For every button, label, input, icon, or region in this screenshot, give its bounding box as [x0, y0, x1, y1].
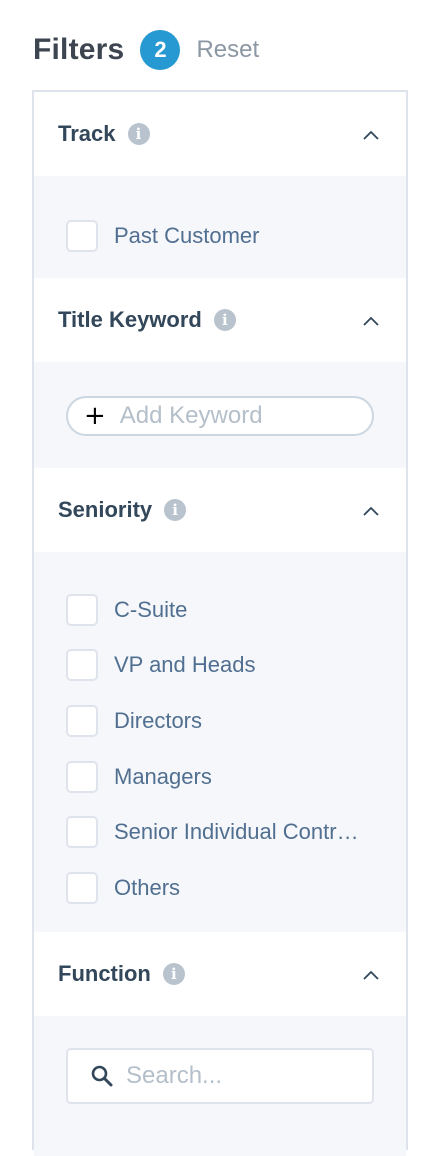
- chevron-up-icon[interactable]: [362, 312, 380, 330]
- add-keyword-placeholder: Add Keyword: [119, 402, 263, 429]
- checkbox-option-others[interactable]: Others: [34, 860, 406, 916]
- section-body-track: Past Customer: [34, 176, 406, 278]
- section-body-function: [34, 1016, 406, 1156]
- section-label-title-keyword: Title Keyword: [58, 307, 202, 332]
- checkbox-label: Directors: [114, 707, 203, 733]
- chevron-up-icon[interactable]: [362, 126, 380, 144]
- info-icon[interactable]: i: [164, 499, 187, 521]
- checkbox-option-vp-and-heads[interactable]: VP and Heads: [34, 638, 406, 694]
- filters-panel: Track i Past Customer Title Keyword i + …: [32, 90, 408, 1156]
- checkbox-label: Others: [114, 874, 181, 900]
- section-label-seniority: Seniority: [58, 497, 153, 522]
- checkbox[interactable]: [66, 816, 98, 849]
- checkbox-label: Managers: [114, 763, 212, 789]
- checkbox-label: C-Suite: [114, 596, 188, 622]
- section-header-title-keyword[interactable]: Title Keyword i: [34, 278, 406, 362]
- checkbox-option-managers[interactable]: Managers: [34, 749, 406, 805]
- section-header-seniority[interactable]: Seniority i: [34, 468, 406, 552]
- info-icon[interactable]: i: [127, 123, 150, 145]
- checkbox-option-c-suite[interactable]: C-Suite: [34, 582, 406, 638]
- section-header-function[interactable]: Function i: [34, 932, 406, 1016]
- active-filter-count-badge: 2: [140, 30, 181, 70]
- checkbox[interactable]: [66, 704, 98, 737]
- chevron-up-icon[interactable]: [362, 966, 380, 984]
- checkbox[interactable]: [66, 760, 98, 793]
- checkbox[interactable]: [66, 871, 98, 904]
- checkbox-option-past-customer[interactable]: Past Customer: [34, 208, 406, 264]
- add-keyword-input[interactable]: + Add Keyword: [66, 396, 374, 436]
- plus-icon: +: [84, 401, 106, 431]
- section-label-track: Track: [58, 121, 116, 146]
- info-icon[interactable]: i: [162, 963, 185, 985]
- function-search-box[interactable]: [66, 1048, 374, 1104]
- section-label-function: Function: [58, 961, 151, 986]
- checkbox[interactable]: [66, 649, 98, 682]
- chevron-up-icon[interactable]: [362, 502, 380, 520]
- section-body-seniority: C-Suite VP and Heads Directors Managers …: [34, 552, 406, 932]
- checkbox[interactable]: [66, 593, 98, 626]
- filters-title: Filters: [33, 33, 125, 66]
- function-search-input[interactable]: [126, 1062, 366, 1090]
- section-body-title-keyword: + Add Keyword: [34, 362, 406, 468]
- checkbox[interactable]: [66, 219, 98, 252]
- search-icon: [91, 1065, 113, 1087]
- checkbox-label: Past Customer: [114, 222, 260, 248]
- checkbox-label: Senior Individual Contr…: [114, 819, 359, 845]
- section-header-track[interactable]: Track i: [34, 92, 406, 176]
- filters-header: Filters 2 Reset: [33, 28, 259, 72]
- checkbox-label: VP and Heads: [114, 652, 256, 678]
- checkbox-option-directors[interactable]: Directors: [34, 693, 406, 749]
- reset-button[interactable]: Reset: [196, 36, 259, 64]
- checkbox-option-senior-individual-contributors[interactable]: Senior Individual Contr…: [34, 804, 406, 860]
- info-icon[interactable]: i: [213, 309, 236, 331]
